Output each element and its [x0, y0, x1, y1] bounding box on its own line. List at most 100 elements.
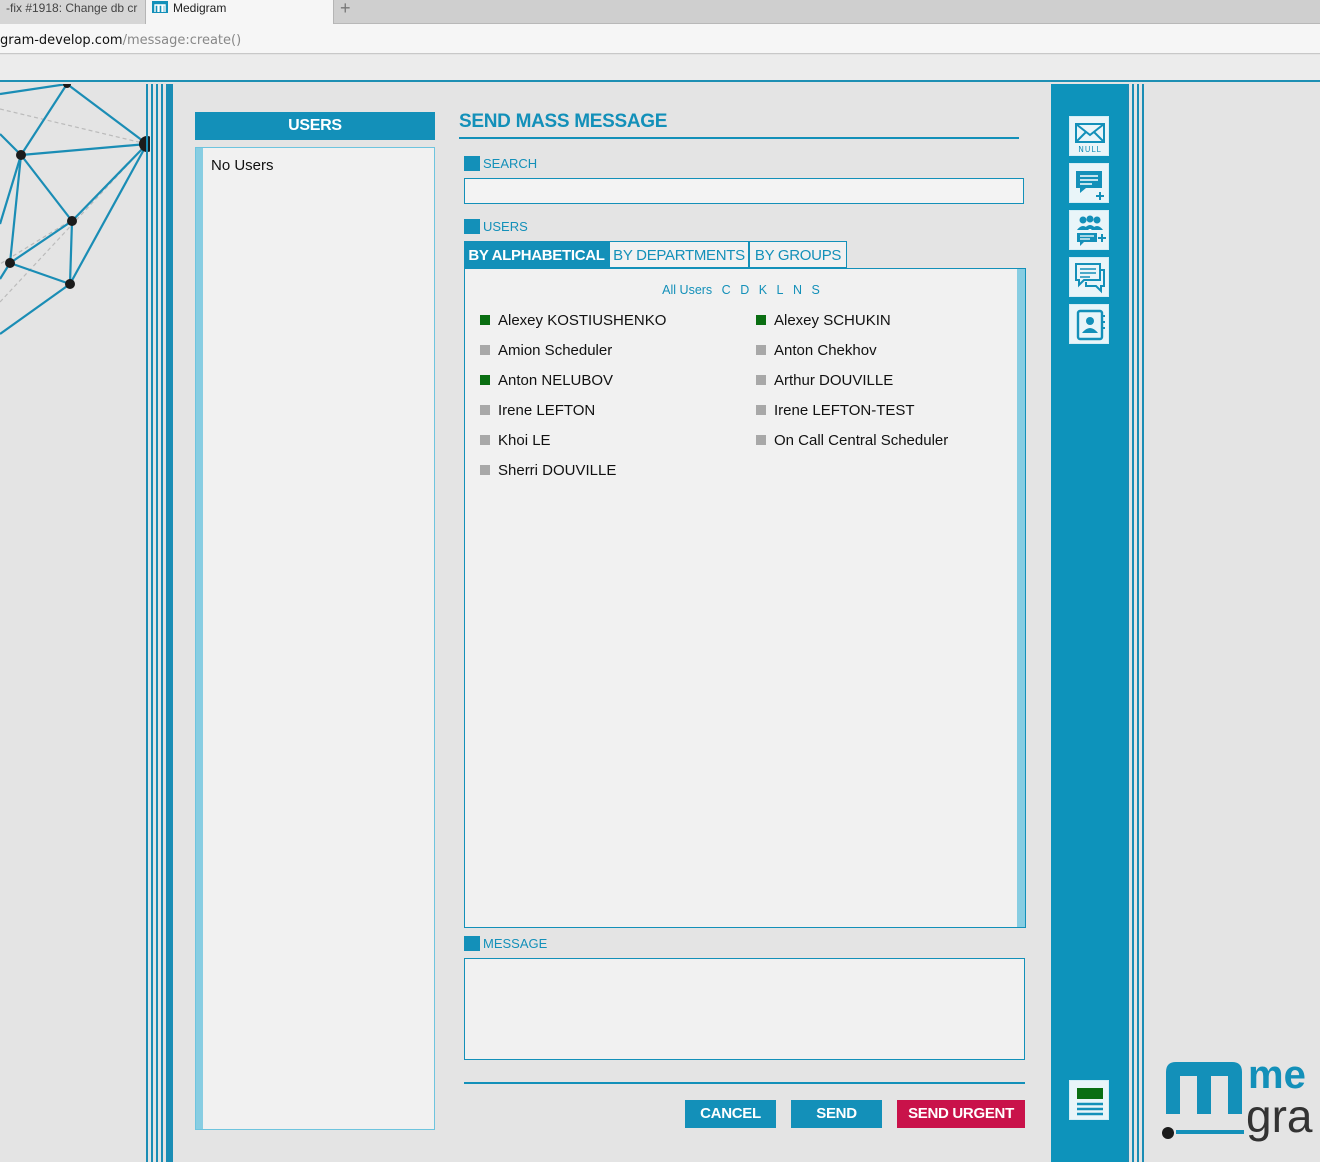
status-offline-icon — [480, 435, 490, 445]
no-users-text: No Users — [211, 157, 274, 174]
user-name: Arthur DOUVILLE — [774, 372, 894, 389]
filter-letter-d[interactable]: D — [740, 283, 749, 297]
user-name: Khoi LE — [498, 432, 551, 449]
selected-users-panel[interactable]: No Users — [195, 147, 435, 1130]
status-offline-icon — [756, 435, 766, 445]
status-offline-icon — [480, 465, 490, 475]
letter-filter: All Users C D K L N S — [465, 283, 1017, 297]
user-name: Alexey SCHUKIN — [774, 312, 891, 329]
tab-by-alphabetical[interactable]: BY ALPHABETICAL — [464, 241, 609, 268]
browser-tab-inactive[interactable]: -fix #1918: Change db cr — [0, 0, 146, 24]
filter-letter-k[interactable]: K — [759, 283, 767, 297]
menu-icon — [1077, 1088, 1103, 1116]
inbox-count: NULL — [1078, 145, 1101, 154]
user-name: Irene LEFTON — [498, 402, 596, 419]
user-item[interactable]: Sherri DOUVILLE — [480, 462, 616, 480]
status-offline-icon — [480, 345, 490, 355]
right-stripe — [1127, 84, 1129, 1162]
user-item[interactable]: Khoi LE — [480, 432, 551, 450]
right-stripe — [1132, 84, 1134, 1162]
user-name: Sherri DOUVILLE — [498, 462, 617, 479]
user-item[interactable]: Arthur DOUVILLE — [756, 372, 893, 390]
conversations-icon — [1075, 263, 1105, 294]
tab-by-departments[interactable]: BY DEPARTMENTS — [609, 241, 749, 268]
user-item[interactable]: Alexey KOSTIUSHENKO — [480, 312, 666, 330]
status-online-icon — [480, 375, 490, 385]
user-name: Anton NELUBOV — [498, 372, 614, 389]
label-square-icon — [464, 936, 480, 951]
group-chat-icon — [1077, 215, 1106, 246]
message-textarea[interactable] — [464, 958, 1025, 1060]
search-label-text: SEARCH — [483, 156, 538, 171]
browser-tab-active[interactable]: Medigram — [146, 0, 334, 25]
title-underline — [459, 137, 1019, 139]
right-stripe — [1137, 84, 1139, 1162]
label-square-icon — [464, 156, 480, 171]
contacts-button[interactable] — [1069, 304, 1109, 344]
new-tab-button[interactable]: + — [340, 0, 351, 19]
network-graphic-icon — [0, 84, 150, 335]
logo-text-line2: gra — [1246, 1090, 1313, 1142]
status-offline-icon — [756, 405, 766, 415]
filter-letter-c[interactable]: C — [722, 283, 731, 297]
new-message-button[interactable] — [1069, 163, 1109, 203]
url-path: /message:create() — [122, 33, 242, 48]
user-item[interactable]: Anton Chekhov — [756, 342, 877, 360]
inbox-button[interactable]: NULL — [1069, 116, 1109, 156]
user-item[interactable]: Irene LEFTON — [480, 402, 595, 420]
label-square-icon — [464, 219, 480, 234]
contacts-icon — [1076, 309, 1105, 341]
medigram-favicon-icon — [152, 1, 168, 13]
url-text[interactable]: gram-develop.com/message:create() — [0, 33, 241, 48]
filter-letter-l[interactable]: L — [777, 283, 784, 297]
search-input[interactable] — [464, 178, 1024, 204]
menu-button[interactable] — [1069, 1080, 1109, 1120]
filter-letter-n[interactable]: N — [793, 283, 802, 297]
user-list-scrollbar[interactable] — [1017, 269, 1025, 927]
status-offline-icon — [756, 345, 766, 355]
users-label: USERS — [464, 219, 528, 235]
search-label: SEARCH — [464, 156, 537, 172]
right-stripe — [1142, 84, 1144, 1162]
user-item[interactable]: Amion Scheduler — [480, 342, 612, 360]
footer-divider — [464, 1082, 1025, 1084]
user-name: Anton Chekhov — [774, 342, 877, 359]
message-label: MESSAGE — [464, 936, 547, 952]
filter-letter-s[interactable]: S — [811, 283, 819, 297]
selected-users-header: USERS — [195, 112, 435, 140]
browser-tab-label: Medigram — [173, 1, 227, 15]
user-list-box[interactable]: All Users C D K L N S Alexey KOSTIUSHENK… — [464, 268, 1026, 928]
message-label-text: MESSAGE — [483, 936, 548, 951]
panel-edge — [196, 148, 203, 1129]
cancel-button[interactable]: CANCEL — [685, 1100, 776, 1128]
send-urgent-button[interactable]: SEND URGENT — [897, 1100, 1025, 1128]
envelope-icon: NULL — [1075, 123, 1105, 154]
page-title: SEND MASS MESSAGE — [459, 111, 668, 132]
user-item[interactable]: Irene LEFTON-TEST — [756, 402, 915, 420]
send-button[interactable]: SEND — [791, 1100, 882, 1128]
users-label-text: USERS — [483, 219, 528, 234]
browser-tab-label: -fix #1918: Change db cr — [6, 1, 138, 15]
user-name: Alexey KOSTIUSHENKO — [498, 312, 667, 329]
filter-all-users[interactable]: All Users — [662, 283, 712, 297]
new-chat-icon — [1076, 171, 1104, 200]
user-item[interactable]: Alexey SCHUKIN — [756, 312, 891, 330]
conversations-button[interactable] — [1069, 257, 1109, 297]
user-name: Amion Scheduler — [498, 342, 613, 359]
tab-by-groups[interactable]: BY GROUPS — [749, 241, 847, 268]
status-offline-icon — [756, 375, 766, 385]
user-name: On Call Central Scheduler — [774, 432, 949, 449]
user-item[interactable]: Anton NELUBOV — [480, 372, 613, 390]
status-offline-icon — [480, 405, 490, 415]
group-message-button[interactable] — [1069, 210, 1109, 250]
address-bar[interactable]: gram-develop.com/message:create() — [0, 24, 1320, 54]
status-online-icon — [480, 315, 490, 325]
app-area: USERS No Users SEND MASS MESSAGE SEARCH … — [0, 84, 1320, 1162]
user-item[interactable]: On Call Central Scheduler — [756, 432, 948, 450]
url-host: gram-develop.com — [0, 33, 123, 48]
status-online-icon — [756, 315, 766, 325]
user-name: Irene LEFTON-TEST — [774, 402, 915, 419]
medigram-logo: me gra — [1162, 1054, 1313, 1142]
browser-bookmark-bar — [0, 55, 1320, 82]
browser-tab-bar: -fix #1918: Change db cr Medigram + — [0, 0, 1320, 25]
